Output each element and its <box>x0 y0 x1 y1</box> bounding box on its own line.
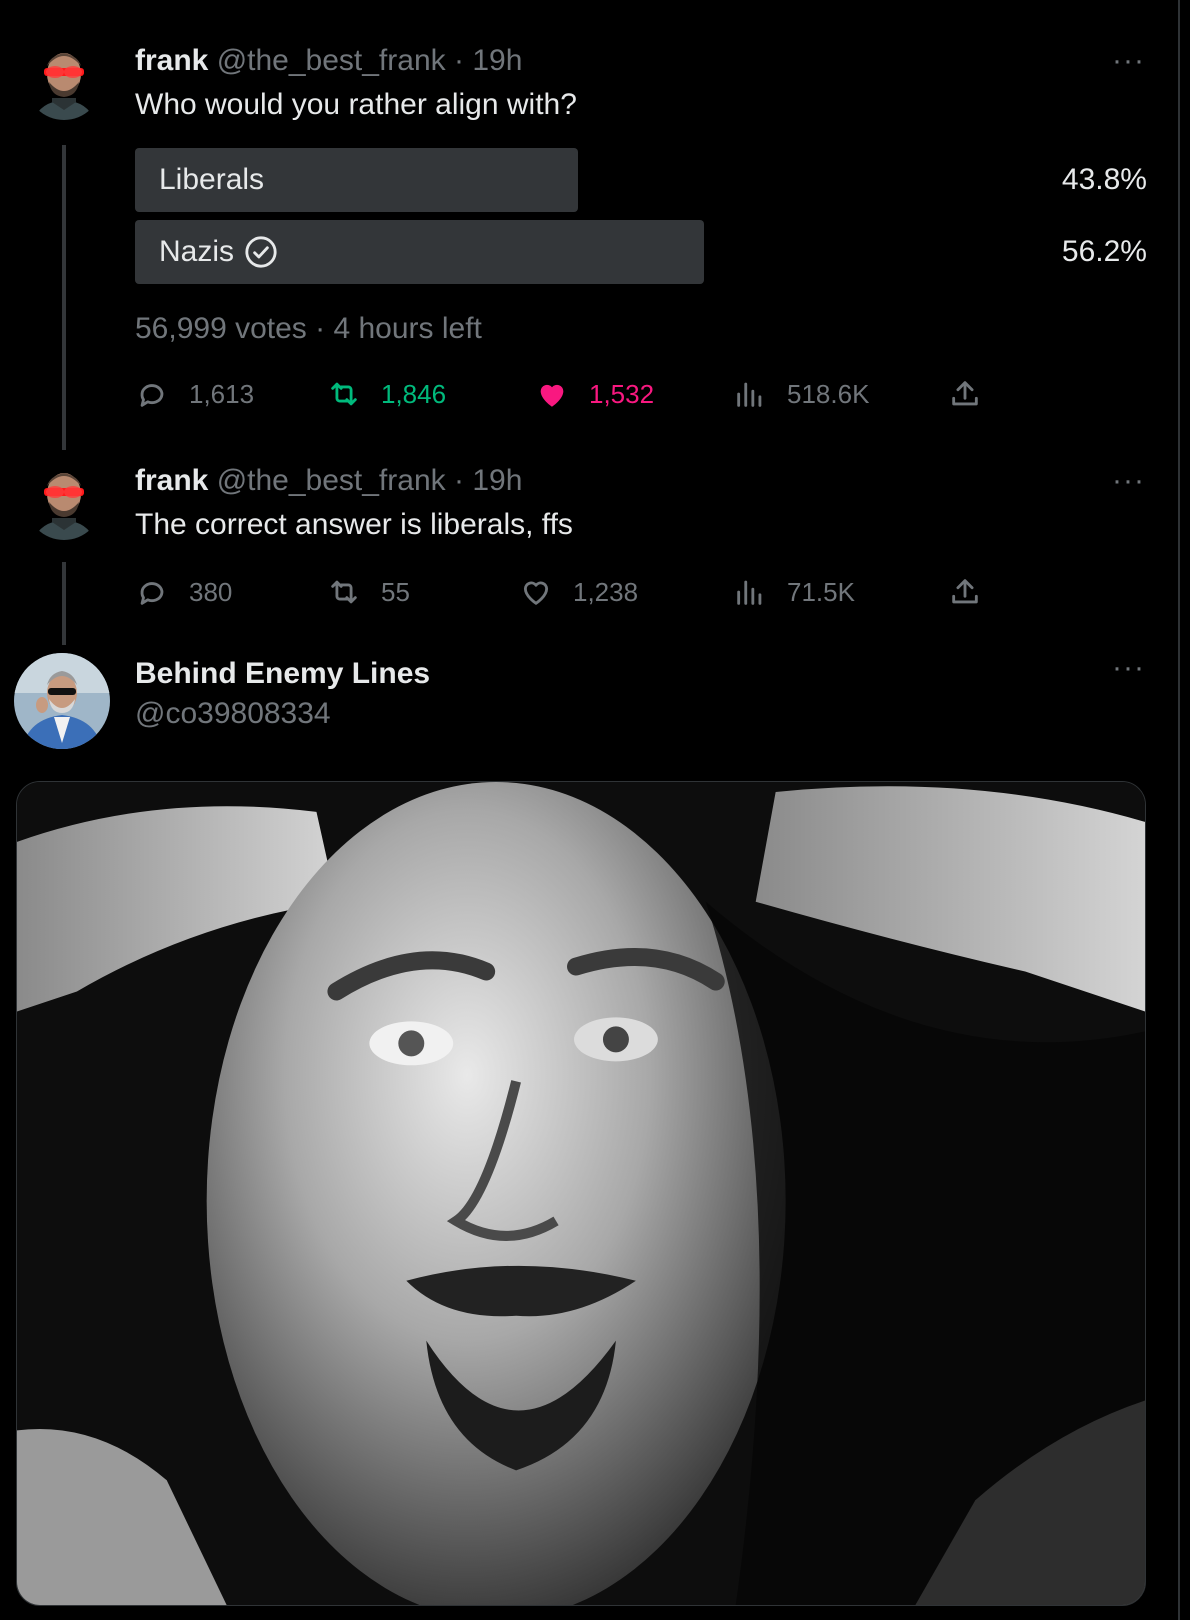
tweet-poll[interactable]: frank @the_best_frank · 19h ··· Who woul… <box>0 0 1176 450</box>
avatar[interactable] <box>26 44 102 120</box>
more-icon[interactable]: ··· <box>1112 653 1145 683</box>
author-name[interactable]: frank <box>135 464 208 497</box>
retweet-button[interactable]: 55 <box>327 570 410 614</box>
author-handle[interactable]: @co39808334 <box>135 697 331 731</box>
reply-button[interactable]: 1,613 <box>135 372 254 416</box>
thread-line <box>62 562 66 645</box>
retweet-count: 1,846 <box>381 378 447 409</box>
share-icon <box>952 381 978 406</box>
timestamp[interactable]: 19h <box>472 464 522 497</box>
tweet-reply[interactable]: frank @the_best_frank · 19h ··· The corr… <box>0 450 1176 645</box>
poll-meta: 56,999 votes · 4 hours left <box>135 312 482 345</box>
tweet-header: frank @the_best_frank · 19h <box>135 464 522 498</box>
reply-count: 380 <box>189 576 233 607</box>
views-button[interactable]: 518.6K <box>733 372 869 416</box>
poll-option-label: Liberals <box>159 163 265 196</box>
avatar[interactable] <box>26 464 102 540</box>
separator: · <box>453 464 464 497</box>
tweet-photo[interactable] <box>16 781 1146 1606</box>
like-count: 1,532 <box>589 378 655 409</box>
more-icon[interactable]: ··· <box>1112 466 1145 496</box>
views-button[interactable]: 71.5K <box>733 570 855 614</box>
views-icon <box>737 382 762 407</box>
more-icon[interactable]: ··· <box>1112 46 1145 76</box>
share-button[interactable] <box>948 570 982 614</box>
poll-option-percent: 56.2% <box>1061 235 1147 268</box>
tweet-actions: 380 55 1,238 71.5K <box>135 570 995 614</box>
poll-option-percent: 43.8% <box>1061 163 1147 196</box>
tweet-text: Who would you rather align with? <box>135 88 577 121</box>
author-handle[interactable]: @the_best_frank <box>217 44 446 77</box>
column-divider <box>1178 0 1180 1620</box>
author-handle[interactable]: @the_best_frank <box>217 464 446 497</box>
like-button[interactable]: 1,532 <box>535 372 654 416</box>
tweet-quote[interactable]: Behind Enemy Lines @co39808334 ··· <box>0 645 1176 1620</box>
view-count: 518.6K <box>787 378 870 409</box>
reply-count: 1,613 <box>189 378 255 409</box>
timestamp[interactable]: 19h <box>472 44 522 77</box>
retweet-button[interactable]: 1,846 <box>327 372 446 416</box>
check-circle-icon <box>245 236 277 268</box>
tweet-actions: 1,613 1,846 1,532 518.6K <box>135 372 995 416</box>
like-count: 1,238 <box>573 576 639 607</box>
retweet-icon <box>331 580 357 604</box>
views-icon <box>737 580 762 605</box>
tweet-text: The correct answer is liberals, ffs <box>135 508 573 541</box>
author-name[interactable]: Behind Enemy Lines <box>135 657 430 691</box>
heart-icon <box>523 581 549 605</box>
thread-line <box>62 145 66 450</box>
poll-option-label: Nazis <box>159 220 278 284</box>
heart-icon <box>540 384 564 407</box>
reply-icon <box>140 582 164 605</box>
retweet-count: 55 <box>381 576 410 607</box>
share-button[interactable] <box>948 372 982 416</box>
reply-icon <box>140 384 164 407</box>
share-icon <box>952 579 978 604</box>
poll-option-nazis: Nazis 56.2% <box>135 220 1147 284</box>
poll-option-liberals: Liberals 43.8% <box>135 148 1147 212</box>
avatar[interactable] <box>14 653 110 749</box>
separator: · <box>453 44 464 77</box>
view-count: 71.5K <box>787 576 855 607</box>
retweet-icon <box>331 382 357 406</box>
reply-button[interactable]: 380 <box>135 570 232 614</box>
author-name[interactable]: frank <box>135 44 208 77</box>
like-button[interactable]: 1,238 <box>519 570 638 614</box>
tweet-header: frank @the_best_frank · 19h <box>135 44 522 78</box>
